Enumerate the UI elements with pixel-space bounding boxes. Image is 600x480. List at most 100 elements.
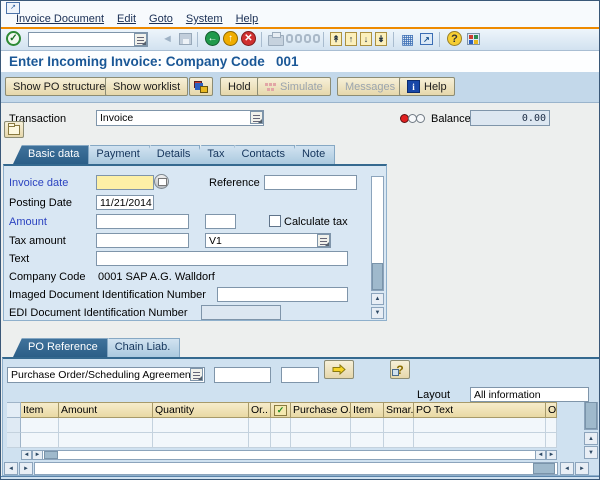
po-number-input[interactable] <box>214 367 271 383</box>
transaction-select[interactable]: Invoice <box>96 110 264 126</box>
po-table-header: Item Amount Quantity Or.. ✓ Purchase O..… <box>7 402 557 418</box>
save-icon[interactable] <box>179 33 192 45</box>
menu-help[interactable]: Help <box>236 13 259 25</box>
tax-code-select[interactable]: V1 <box>205 233 331 248</box>
text-input[interactable] <box>96 251 348 266</box>
menu-system[interactable]: System <box>186 13 223 25</box>
po-scroll-up-icon[interactable]: ▲ <box>584 432 598 445</box>
currency-input[interactable] <box>205 214 236 229</box>
hold-button[interactable]: Hold <box>220 77 259 96</box>
table-scroll-left-icon[interactable]: ◄ <box>21 450 32 460</box>
imaged-doc-input[interactable] <box>217 287 348 302</box>
reference-input[interactable] <box>264 175 357 190</box>
tree-on-off-button[interactable] <box>4 121 24 138</box>
customize-layout-icon[interactable] <box>467 33 480 45</box>
print-icon[interactable] <box>268 32 284 46</box>
help-button[interactable]: i Help <box>399 77 455 96</box>
table-row[interactable] <box>7 433 557 448</box>
table-scroll-right2-icon[interactable]: ► <box>546 450 557 460</box>
create-shortcut-icon[interactable]: ↗ <box>420 33 433 45</box>
outer-hscrollbar-track[interactable] <box>34 462 558 475</box>
new-session-icon[interactable]: ▦ <box>401 32 414 46</box>
col-ok[interactable]: ✓ <box>271 402 291 418</box>
outer-scroll-left-icon[interactable]: ◄ <box>4 462 18 475</box>
tax-code-dropdown-icon[interactable] <box>317 234 330 247</box>
tab-basic-data[interactable]: Basic data <box>13 145 90 164</box>
col-item2[interactable]: Item <box>351 402 384 418</box>
po-item-input[interactable] <box>281 367 319 383</box>
menu-edit[interactable]: Edit <box>117 13 136 25</box>
reference-label: Reference <box>209 177 260 189</box>
simulate-button[interactable]: Simulate <box>257 77 331 96</box>
basic-data-scrollbar-thumb[interactable] <box>372 263 383 290</box>
find-next-icon[interactable] <box>304 34 320 44</box>
scroll-up-icon[interactable]: ▲ <box>371 293 384 305</box>
back-triangle-icon[interactable]: ◄ <box>162 33 173 45</box>
help-icon[interactable]: ? <box>447 31 462 46</box>
find-items-icon: ? <box>392 362 404 377</box>
menu-goto[interactable]: Goto <box>149 13 173 25</box>
invoice-date-input[interactable] <box>96 175 154 190</box>
first-page-icon[interactable]: ↟ <box>330 32 342 46</box>
back-icon[interactable]: ← <box>205 31 220 46</box>
transaction-dropdown-icon[interactable] <box>250 111 263 124</box>
adopt-arrow-icon <box>332 364 346 375</box>
page-up-icon[interactable]: ↑ <box>345 32 357 46</box>
last-page-icon[interactable]: ↡ <box>375 32 387 46</box>
tab-payment[interactable]: Payment <box>81 145 150 164</box>
calculate-tax-checkbox[interactable] <box>269 215 281 227</box>
show-worklist-button[interactable]: Show worklist <box>105 77 189 96</box>
reference-doc-type-dropdown-icon[interactable] <box>190 368 203 381</box>
col-quantity[interactable]: Quantity <box>153 402 249 418</box>
table-scroll-right-icon[interactable]: ► <box>32 450 43 460</box>
menu-invoice-document[interactable]: Invoice Document <box>16 13 104 25</box>
adopt-button[interactable] <box>324 360 354 379</box>
command-history-icon[interactable] <box>134 33 147 46</box>
col-amount[interactable]: Amount <box>59 402 153 418</box>
outer-scroll-left2-icon[interactable]: ◄ <box>560 462 574 475</box>
po-structure-button[interactable] <box>189 77 213 96</box>
date-picker-icon[interactable] <box>154 174 169 189</box>
tab-po-reference[interactable]: PO Reference <box>13 338 108 357</box>
scroll-down-icon[interactable]: ▼ <box>371 307 384 319</box>
tax-amount-input[interactable] <box>96 233 189 248</box>
col-order[interactable]: Or.. <box>249 402 271 418</box>
outer-scroll-right2-icon[interactable]: ► <box>575 462 589 475</box>
outer-hscrollbar-thumb[interactable] <box>533 463 555 474</box>
tab-details[interactable]: Details <box>141 145 201 164</box>
po-scroll-down-icon[interactable]: ▼ <box>584 446 598 459</box>
cancel-icon[interactable]: ✕ <box>241 31 256 46</box>
balance-field: 0.00 <box>470 110 550 126</box>
messages-button[interactable]: Messages <box>337 77 404 96</box>
outer-scroll-right-icon[interactable]: ► <box>19 462 33 475</box>
edi-doc-field <box>201 305 281 320</box>
show-po-structure-button[interactable]: Show PO structure <box>5 77 114 96</box>
table-scroll-left2-icon[interactable]: ◄ <box>535 450 546 460</box>
col-smart[interactable]: Smar.. <box>384 402 414 418</box>
exit-icon[interactable]: ↑ <box>223 31 238 46</box>
amount-input[interactable] <box>96 214 189 229</box>
command-input[interactable] <box>28 32 148 47</box>
simulate-icon <box>265 82 276 91</box>
po-vscrollbar-thumb[interactable] <box>585 402 597 429</box>
col-purchase-order[interactable]: Purchase O.. <box>291 402 351 418</box>
po-items-table: Item Amount Quantity Or.. ✓ Purchase O..… <box>7 402 557 448</box>
po-structure-icon <box>194 80 208 93</box>
col-item[interactable]: Item <box>21 402 59 418</box>
posting-date-input[interactable]: 11/21/2014 <box>96 195 154 210</box>
table-hscrollbar-track[interactable] <box>21 450 557 460</box>
col-po-text[interactable]: PO Text <box>414 402 546 418</box>
table-hscrollbar-thumb[interactable] <box>44 451 58 459</box>
page-down-icon[interactable]: ↓ <box>360 32 372 46</box>
reference-doc-type-select[interactable]: Purchase Order/Scheduling Agreement <box>7 367 205 383</box>
row-selector-header[interactable] <box>7 402 21 418</box>
layout-input[interactable]: All information <box>470 387 589 402</box>
table-row[interactable] <box>7 418 557 433</box>
col-overflow[interactable]: O <box>546 402 557 418</box>
find-items-button[interactable]: ? <box>390 360 410 379</box>
tab-chain-liab[interactable]: Chain Liab. <box>99 338 181 357</box>
ok-column-icon: ✓ <box>274 405 287 416</box>
find-icon[interactable] <box>286 34 302 44</box>
enter-icon[interactable]: ✓ <box>6 31 21 46</box>
tab-contacts[interactable]: Contacts <box>226 145 295 164</box>
